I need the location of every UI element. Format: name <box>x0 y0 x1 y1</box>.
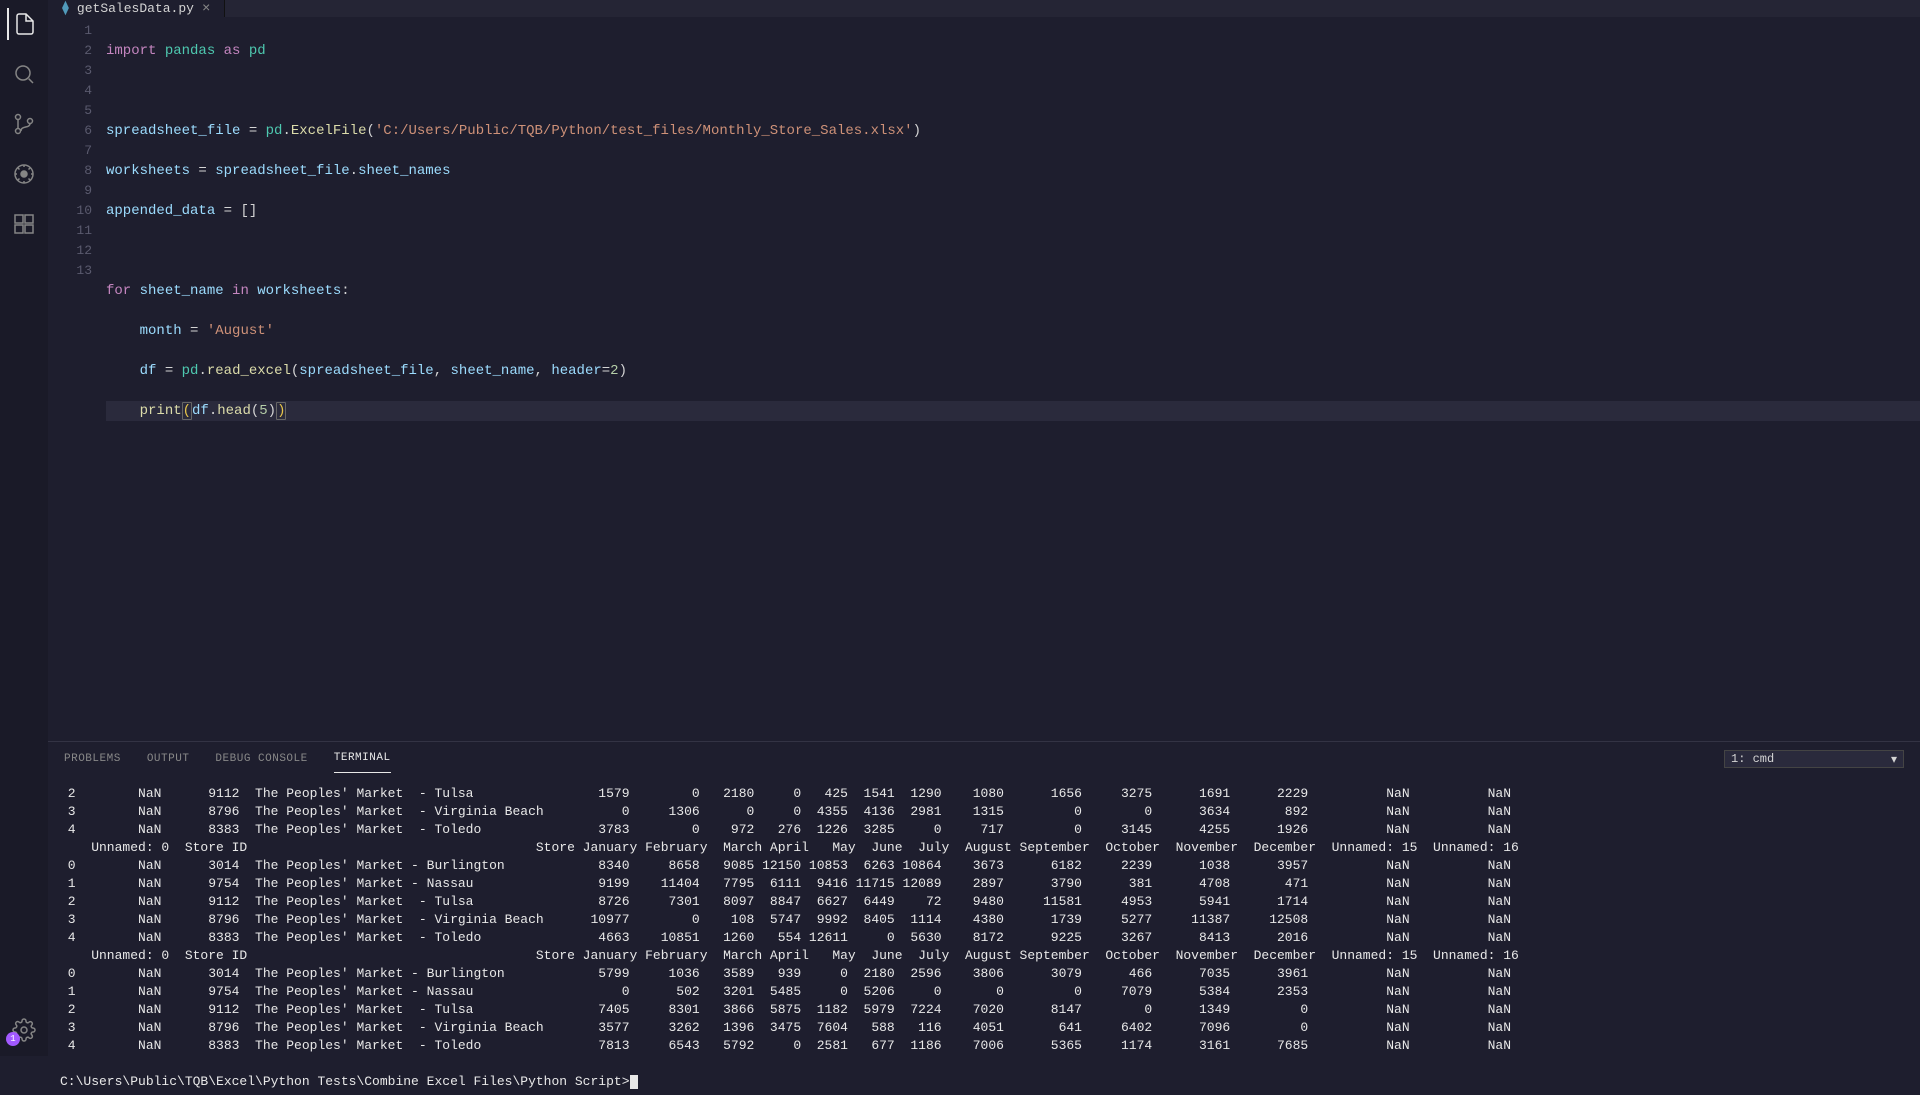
settings-badge: 1 <box>6 1032 20 1046</box>
extensions-icon[interactable] <box>8 208 40 240</box>
tab-terminal[interactable]: TERMINAL <box>334 752 391 773</box>
file-tab[interactable]: ⧫ getSalesData.py × <box>48 0 225 17</box>
line-number-gutter: 1 2 3 4 5 6 7 8 9 10 11 12 13 <box>48 21 106 581</box>
code-editor[interactable]: 1 2 3 4 5 6 7 8 9 10 11 12 13 import pan… <box>48 17 1920 741</box>
search-icon[interactable] <box>8 58 40 90</box>
tab-debug-console[interactable]: DEBUG CONSOLE <box>215 753 307 765</box>
source-control-icon[interactable] <box>8 108 40 140</box>
terminal-selector[interactable]: 1: cmd <box>1724 750 1904 768</box>
python-file-icon: ⧫ <box>62 0 69 17</box>
tab-output[interactable]: OUTPUT <box>147 753 190 765</box>
tab-problems[interactable]: PROBLEMS <box>64 753 121 765</box>
terminal-output[interactable]: 2 NaN 9112 The Peoples' Market - Tulsa 1… <box>48 775 1920 1095</box>
debug-icon[interactable] <box>8 158 40 190</box>
close-icon[interactable]: × <box>202 1 210 17</box>
main-area: ⧫ getSalesData.py × 1 2 3 4 5 6 7 8 9 10… <box>48 0 1920 1056</box>
activity-bar: 1 <box>0 0 48 1056</box>
terminal-cursor <box>630 1075 638 1089</box>
panel-tabs: PROBLEMS OUTPUT DEBUG CONSOLE TERMINAL 1… <box>48 742 1920 775</box>
code-content[interactable]: import pandas as pd spreadsheet_file = p… <box>106 21 1920 581</box>
bottom-panel: PROBLEMS OUTPUT DEBUG CONSOLE TERMINAL 1… <box>48 741 1920 1095</box>
tab-filename: getSalesData.py <box>77 1 194 16</box>
editor-tabs: ⧫ getSalesData.py × <box>48 0 1920 17</box>
explorer-icon[interactable] <box>7 8 39 40</box>
settings-gear-icon[interactable]: 1 <box>8 1014 40 1046</box>
